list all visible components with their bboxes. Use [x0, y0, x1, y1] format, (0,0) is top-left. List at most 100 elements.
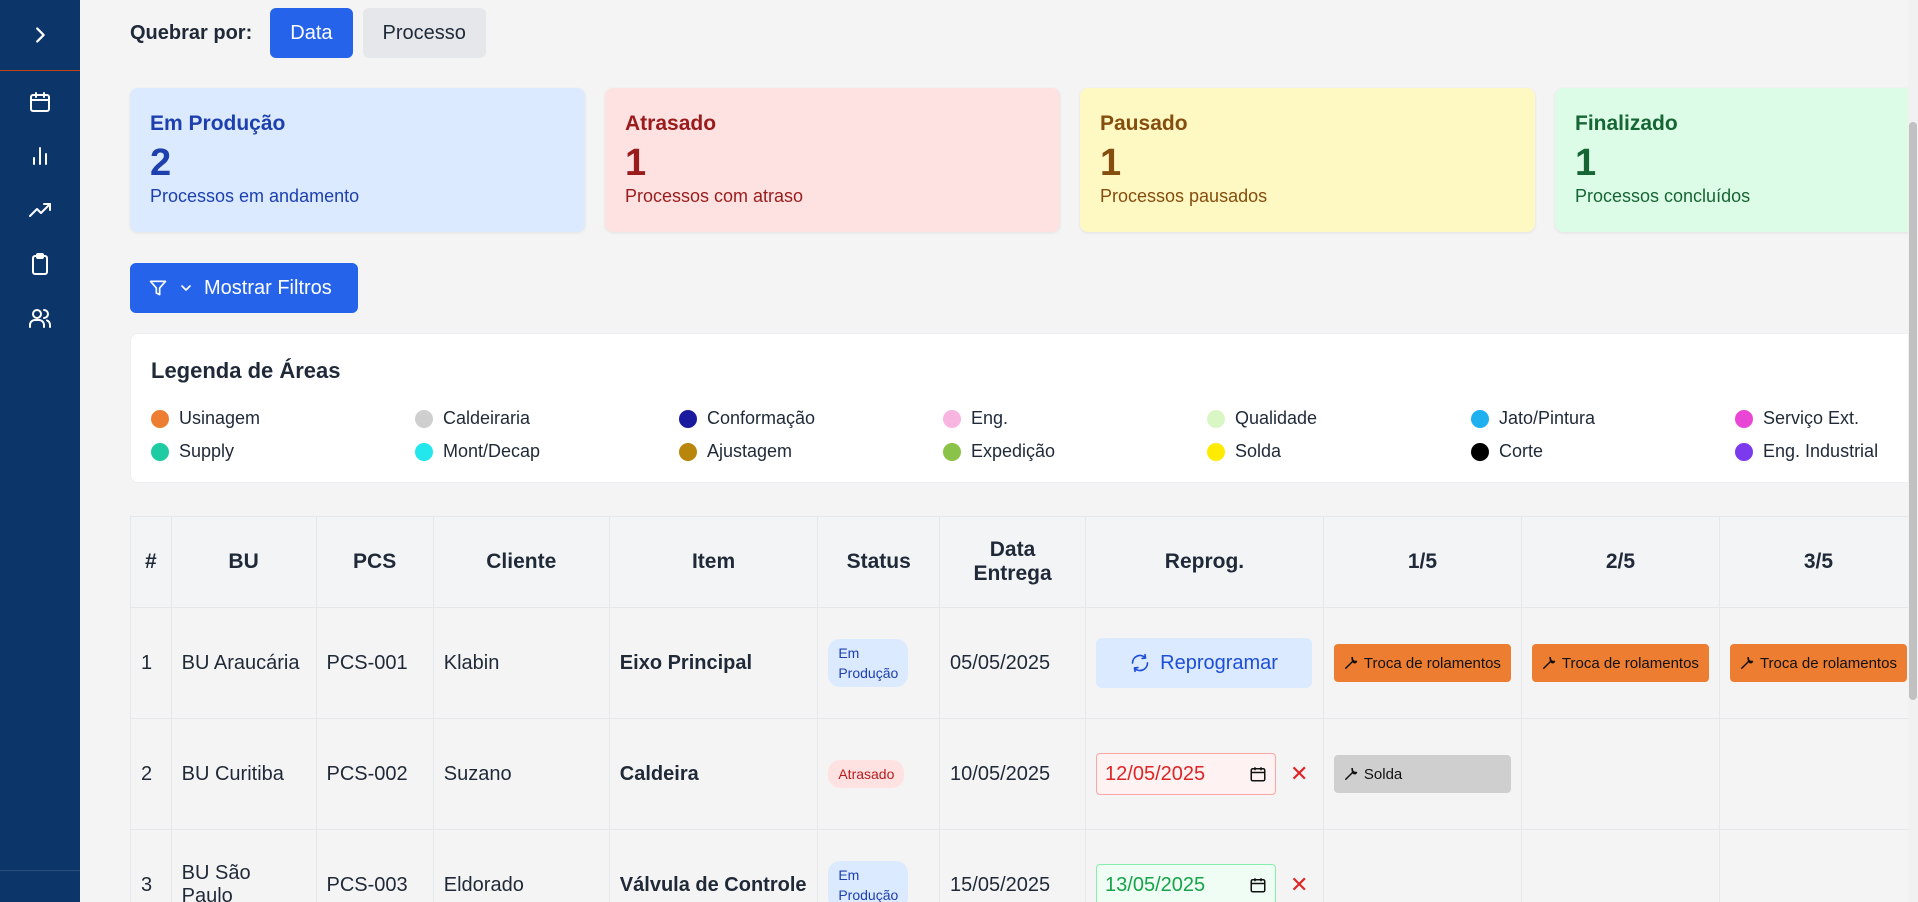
status-badge-line1: Em	[838, 645, 860, 661]
card-subtitle: Processos pausados	[1100, 186, 1268, 206]
cell-bu: BU São Paulo	[170, 829, 317, 902]
sidebar-item-clipboard[interactable]	[27, 251, 53, 277]
legend-grid: Usinagem Caldeiraria Conformação Eng. Qualid…	[151, 408, 1918, 462]
process-pill[interactable]: Troca de rolamentos	[1531, 644, 1709, 682]
legend-item: Serviço Ext.	[1735, 408, 1918, 429]
col-header-data-entrega[interactable]: Data Entrega	[939, 516, 1087, 608]
reprogramar-button[interactable]: Reprogramar	[1096, 638, 1313, 688]
cell-pcs: PCS-001	[315, 607, 434, 719]
bar-chart-icon	[33, 147, 47, 165]
cell-num: 3	[130, 829, 172, 902]
scrollbar-thumb[interactable]	[1909, 122, 1917, 700]
process-table: # BU PCS Cliente Item Status Data Entrega…	[130, 516, 1918, 902]
area-legend: Legenda de Áreas Usinagem Caldeiraria Conf…	[130, 333, 1918, 483]
table-header-row: # BU PCS Cliente Item Status Data Entrega…	[130, 516, 1918, 608]
legend-item-label: Usinagem	[179, 408, 261, 428]
legend-item-label: Serviço Ext.	[1763, 408, 1860, 428]
group-by-processo-button[interactable]: Processo	[362, 8, 486, 58]
col-header-num[interactable]: #	[130, 516, 172, 608]
cell-num: 1	[130, 607, 172, 719]
wrench-icon	[1740, 656, 1754, 669]
sidebar-item-calendar[interactable]	[27, 89, 53, 115]
legend-color-dot	[1471, 409, 1489, 428]
status-badge-line2: Produção	[838, 887, 899, 902]
clear-date-icon[interactable]: ✕	[1290, 761, 1308, 787]
calendar-icon[interactable]	[1249, 765, 1267, 783]
clear-date-icon[interactable]: ✕	[1290, 872, 1308, 898]
cell-item: Válvula de Controle	[608, 829, 819, 902]
legend-color-dot	[1471, 442, 1489, 461]
reprogramar-label: Reprogramar	[1160, 651, 1278, 674]
cell-process-2	[1520, 829, 1720, 902]
col-header-bu[interactable]: BU	[170, 516, 317, 608]
reprog-date-input[interactable]: 13/05/2025	[1096, 864, 1277, 902]
reprog-date-input[interactable]: 12/05/2025	[1096, 753, 1277, 795]
sidebar-toggle[interactable]	[0, 0, 80, 71]
legend-color-dot	[1735, 409, 1753, 428]
wrench-icon	[1344, 767, 1358, 780]
cell-data-entrega: 10/05/2025	[939, 718, 1087, 830]
chevron-down-icon	[181, 285, 191, 291]
col-header-pcs[interactable]: PCS	[315, 516, 434, 608]
process-pill[interactable]: Troca de rolamentos	[1333, 644, 1511, 682]
calendar-icon[interactable]	[1249, 876, 1267, 894]
card-finalizado[interactable]: Finalizado 1 Processos concluídos	[1555, 88, 1918, 232]
card-value: 2	[150, 142, 172, 184]
legend-item-label: Mont/Decap	[443, 441, 541, 461]
card-em-producao[interactable]: Em Produção 2 Processos em andamento	[130, 88, 585, 232]
card-title: Finalizado	[1575, 112, 1678, 135]
col-header-reprog[interactable]: Reprog.	[1085, 516, 1324, 608]
cell-status: Em Produção	[817, 607, 941, 719]
legend-color-dot	[943, 442, 961, 461]
group-by-label: Quebrar por:	[130, 21, 253, 44]
col-header-item[interactable]: Item	[608, 516, 819, 608]
col-header-status[interactable]: Status	[817, 516, 941, 608]
legend-item: Corte	[1471, 441, 1735, 462]
card-value: 1	[1575, 142, 1597, 184]
cell-bu: BU Araucária	[170, 607, 317, 719]
legend-color-dot	[1735, 442, 1753, 461]
sidebar-item-charts[interactable]	[27, 143, 53, 169]
legend-item: Qualidade	[1207, 408, 1471, 429]
legend-title: Legenda de Áreas	[151, 358, 341, 383]
legend-color-dot	[943, 409, 961, 428]
legend-color-dot	[151, 442, 169, 461]
vertical-scrollbar[interactable]	[1908, 0, 1918, 902]
legend-item-label: Caldeiraria	[443, 408, 531, 428]
legend-item: Supply	[151, 441, 415, 462]
cell-data-entrega: 15/05/2025	[939, 829, 1087, 902]
show-filters-button[interactable]: Mostrar Filtros	[130, 263, 358, 313]
group-by-data-button[interactable]: Data	[270, 8, 353, 58]
legend-item-label: Expedição	[971, 441, 1056, 461]
status-badge-line1: Em	[838, 867, 860, 883]
process-pill-label: Troca de rolamentos	[1561, 654, 1699, 672]
legend-color-dot	[151, 409, 169, 428]
chevron-right-icon	[36, 27, 45, 43]
table-row[interactable]: 2 BU Curitiba PCS-002 Suzano Caldeira At…	[130, 718, 1918, 830]
col-header-process-1[interactable]: 1/5	[1322, 516, 1522, 608]
card-atrasado[interactable]: Atrasado 1 Processos com atraso	[605, 88, 1060, 232]
process-pill[interactable]: Troca de rolamentos	[1729, 644, 1907, 682]
legend-item: Conformação	[679, 408, 943, 429]
cell-process-1	[1322, 829, 1522, 902]
card-pausado[interactable]: Pausado 1 Processos pausados	[1080, 88, 1535, 232]
legend-item-label: Corte	[1499, 441, 1544, 461]
legend-item-label: Solda	[1235, 441, 1282, 461]
legend-item: Mont/Decap	[415, 441, 679, 462]
table-row[interactable]: 3 BU São Paulo PCS-003 Eldorado Válvula …	[130, 829, 1918, 902]
legend-item-label: Qualidade	[1235, 408, 1318, 428]
col-header-cliente[interactable]: Cliente	[432, 516, 610, 608]
cell-cliente: Suzano	[432, 718, 610, 830]
status-badge: Em Produção	[828, 639, 909, 687]
card-value: 1	[625, 142, 647, 184]
process-pill[interactable]: Solda	[1333, 755, 1511, 793]
table-row[interactable]: 1 BU Araucária PCS-001 Klabin Eixo Princ…	[130, 607, 1918, 719]
legend-color-dot	[415, 409, 433, 428]
sidebar-item-users[interactable]	[27, 305, 53, 331]
cell-item: Caldeira	[608, 718, 819, 830]
sidebar-item-trends[interactable]	[27, 197, 53, 223]
col-header-process-3[interactable]: 3/5	[1718, 516, 1918, 608]
legend-item: Expedição	[943, 441, 1207, 462]
legend-color-dot	[1207, 409, 1225, 428]
col-header-process-2[interactable]: 2/5	[1520, 516, 1720, 608]
